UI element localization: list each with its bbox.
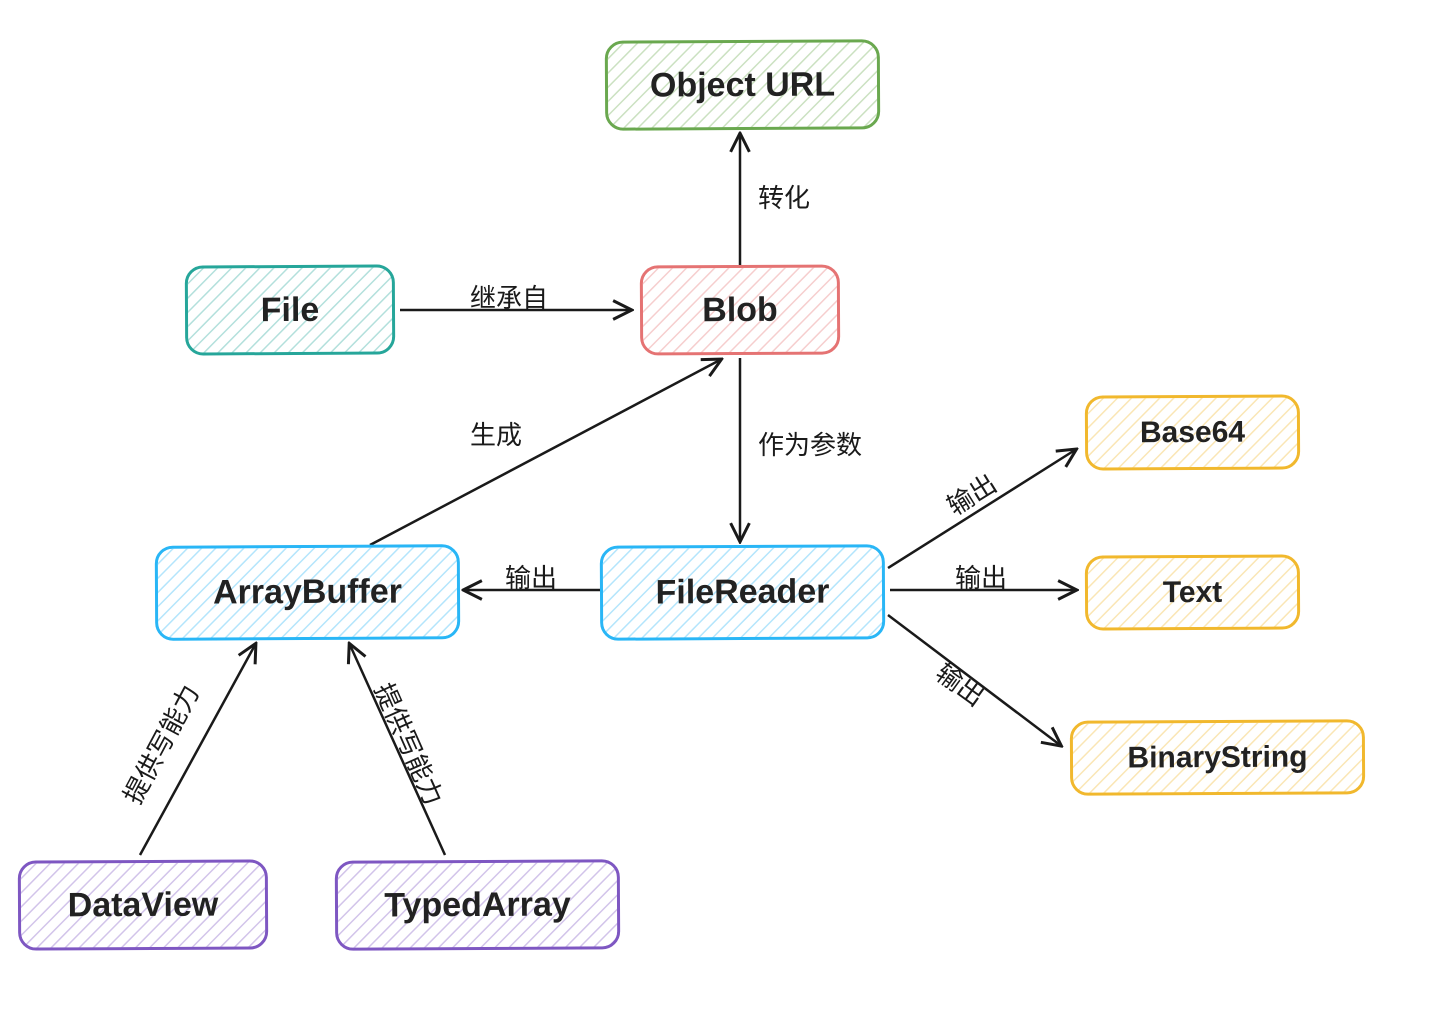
edge-filereader-arraybuffer-label: 输出 xyxy=(505,558,557,595)
node-filereader-label: FileReader xyxy=(635,572,849,612)
node-binarystring-label: BinaryString xyxy=(1107,740,1327,775)
node-binarystring: BinaryString xyxy=(1070,719,1365,796)
edge-arraybuffer-blob-label: 生成 xyxy=(470,415,522,452)
node-file-label: File xyxy=(241,290,340,330)
node-text-label: Text xyxy=(1143,575,1243,610)
node-base64-label: Base64 xyxy=(1120,415,1265,450)
edge-filereader-base64-label: 输出 xyxy=(939,464,1003,523)
node-typedarray-label: TypedArray xyxy=(364,885,591,925)
edge-blob-objecturl-label: 转化 xyxy=(758,178,810,215)
edge-dataview-arraybuffer-label: 提供写能力 xyxy=(113,677,207,809)
node-text: Text xyxy=(1085,554,1300,630)
edge-filereader-binarystring-label: 输出 xyxy=(929,653,993,714)
node-file: File xyxy=(185,264,395,355)
node-arraybuffer-label: ArrayBuffer xyxy=(193,572,422,612)
edge-file-blob-label: 继承自 xyxy=(470,278,548,315)
node-arraybuffer: ArrayBuffer xyxy=(155,544,460,641)
node-base64: Base64 xyxy=(1085,394,1300,470)
node-dataview-label: DataView xyxy=(48,885,239,925)
edge-filereader-text-label: 输出 xyxy=(955,558,1007,595)
node-objecturl: Object URL xyxy=(605,39,880,130)
edge-typedarray-arraybuffer-label: 提供写能力 xyxy=(367,677,454,811)
diagram-canvas: { "nodes": { "objecturl": { "label": "Ob… xyxy=(0,0,1440,1019)
node-filereader: FileReader xyxy=(600,544,885,640)
node-blob: Blob xyxy=(640,264,840,355)
edge-blob-filereader-label: 作为参数 xyxy=(758,425,862,462)
node-typedarray: TypedArray xyxy=(335,859,620,950)
node-dataview: DataView xyxy=(18,859,268,950)
node-objecturl-label: Object URL xyxy=(630,65,855,105)
node-blob-label: Blob xyxy=(682,290,798,330)
